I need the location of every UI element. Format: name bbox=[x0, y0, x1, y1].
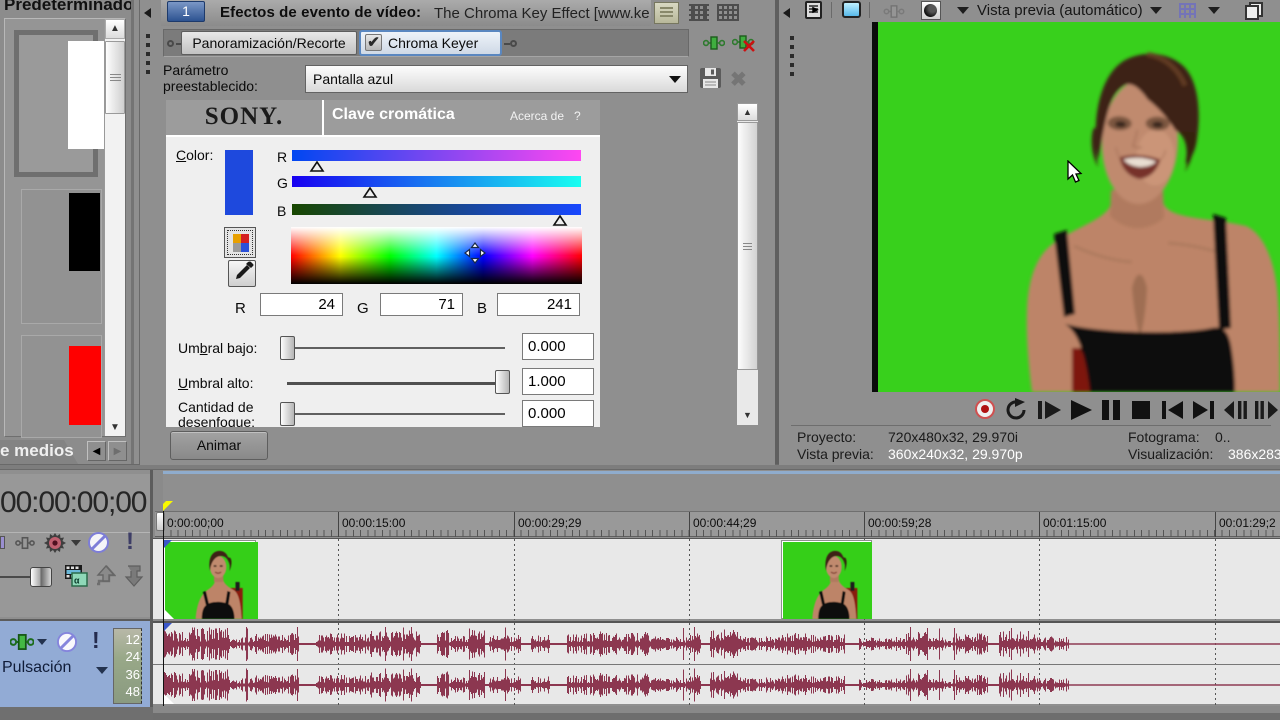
svg-text:α: α bbox=[74, 576, 80, 586]
